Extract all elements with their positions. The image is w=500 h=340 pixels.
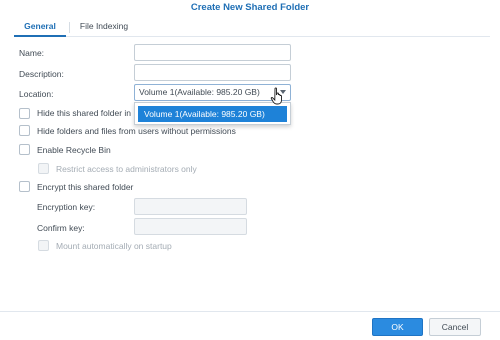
tab-divider xyxy=(69,22,70,33)
name-label: Name: xyxy=(19,48,45,58)
recycle-bin-checkbox[interactable] xyxy=(19,144,30,155)
tab-general[interactable]: General xyxy=(14,18,66,37)
hide-in-network-checkbox[interactable] xyxy=(19,108,30,119)
location-select[interactable]: Volume 1(Available: 985.20 GB) xyxy=(134,84,291,101)
cancel-button[interactable]: Cancel xyxy=(429,318,481,336)
encrypt-label: Encrypt this shared folder xyxy=(37,182,134,192)
name-field[interactable] xyxy=(134,44,291,61)
location-dropdown-list: Volume 1(Available: 985.20 GB) xyxy=(134,102,291,125)
restrict-admins-checkbox[interactable] xyxy=(38,163,49,174)
hand-cursor-icon xyxy=(270,87,282,105)
ok-button[interactable]: OK xyxy=(372,318,423,336)
hide-files-checkbox[interactable] xyxy=(19,125,30,136)
description-field[interactable] xyxy=(134,64,291,81)
tab-file-indexing[interactable]: File Indexing xyxy=(74,18,134,37)
description-label: Description: xyxy=(19,69,64,79)
tab-bar: General File Indexing xyxy=(14,18,490,37)
encryption-key-label: Encryption key: xyxy=(37,202,96,212)
mount-on-startup-checkbox[interactable] xyxy=(38,240,49,251)
footer-divider xyxy=(0,311,500,312)
location-select-value: Volume 1(Available: 985.20 GB) xyxy=(139,87,260,97)
encryption-key-field[interactable] xyxy=(134,198,247,215)
hide-files-label: Hide folders and files from users withou… xyxy=(37,126,236,136)
confirm-key-field[interactable] xyxy=(134,218,247,235)
hide-in-network-label: Hide this shared folder in xyxy=(37,108,132,118)
location-option[interactable]: Volume 1(Available: 985.20 GB) xyxy=(138,106,287,122)
confirm-key-label: Confirm key: xyxy=(37,223,85,233)
dialog-title: Create New Shared Folder xyxy=(190,2,310,13)
restrict-admins-label: Restrict access to administrators only xyxy=(56,164,197,174)
location-label: Location: xyxy=(19,89,54,99)
mount-on-startup-label: Mount automatically on startup xyxy=(56,241,172,251)
recycle-bin-label: Enable Recycle Bin xyxy=(37,145,111,155)
encrypt-checkbox[interactable] xyxy=(19,181,30,192)
